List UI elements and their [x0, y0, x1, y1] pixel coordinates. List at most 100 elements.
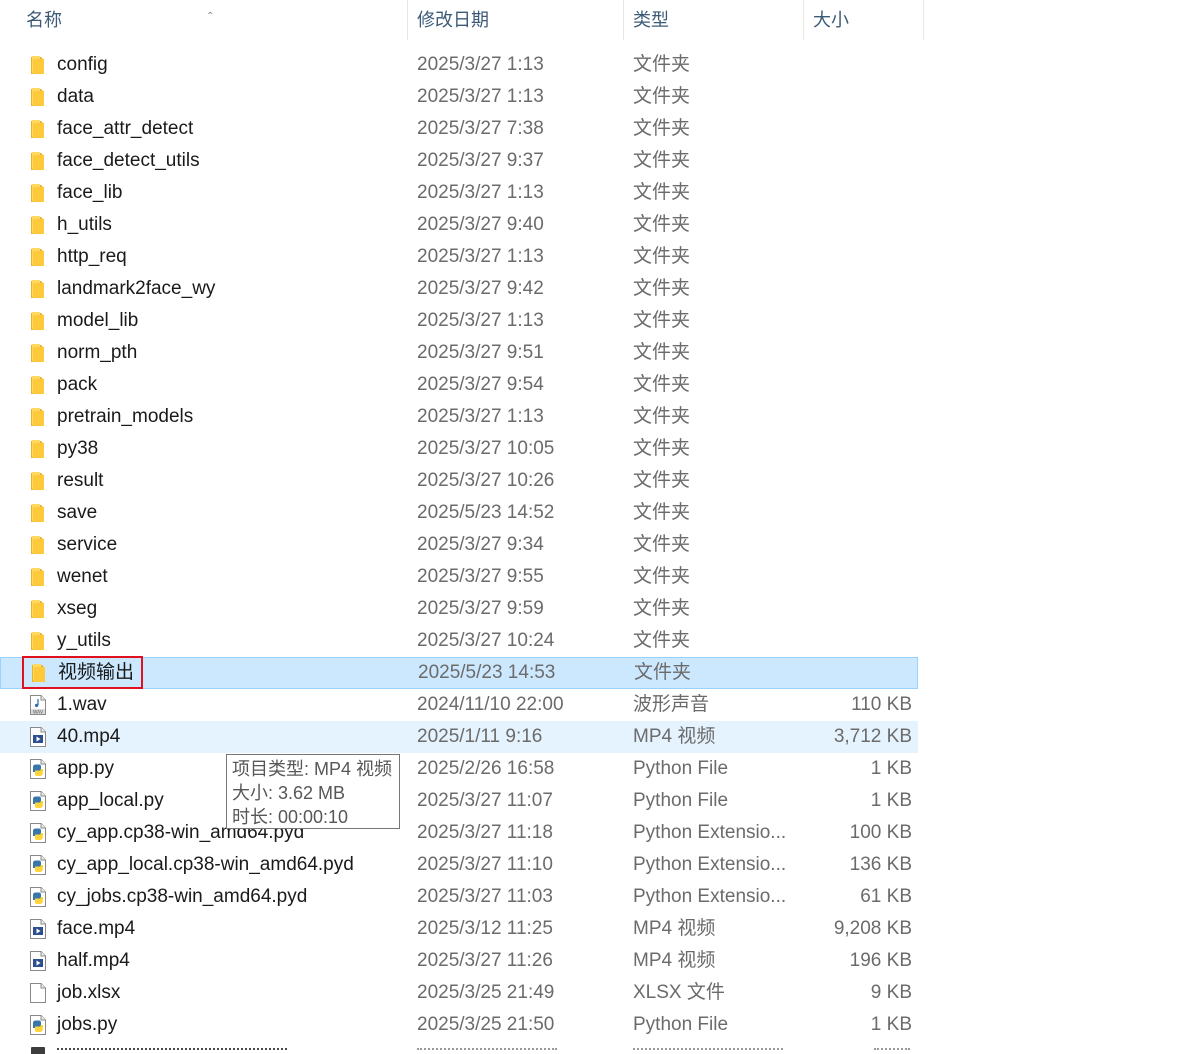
- date-modified: 2025/3/27 10:26: [417, 470, 555, 491]
- date-modified: 2025/3/27 11:10: [417, 854, 553, 875]
- file-row[interactable]: y_utils 2025/3/27 10:24 文件夹: [0, 625, 918, 657]
- file-type: 文件夹: [633, 214, 691, 235]
- file-row[interactable]: cy_app_local.cp38-win_amd64.pyd 2025/3/27…: [0, 849, 918, 881]
- date-modified: 2024/11/10 22:00: [417, 694, 564, 715]
- file-row[interactable]: 40.mp4 2025/1/11 9:16 MP4 视频 3,712 KB: [0, 721, 918, 753]
- column-size-label: 大小: [813, 10, 849, 30]
- date-modified: 2025/3/27 9:42: [417, 278, 544, 299]
- file-type: 文件夹: [634, 662, 692, 683]
- file-row[interactable]: half.mp4 2025/3/27 11:26 MP4 视频 196 KB: [0, 945, 918, 977]
- file-row[interactable]: save 2025/5/23 14:52 文件夹: [0, 497, 918, 529]
- tooltip-duration: 时长: 00:00:10: [232, 807, 349, 827]
- blank-file-icon: [29, 982, 47, 1004]
- python-file-icon: [29, 1014, 47, 1036]
- folder-icon: [29, 214, 47, 236]
- file-name: app_local.py: [57, 790, 164, 811]
- file-row[interactable]: jobs.py 2025/3/25 21:50 Python File 1 KB: [0, 1009, 918, 1041]
- file-type: Python File: [633, 1014, 729, 1035]
- date-modified: 2025/5/23 14:52: [417, 502, 555, 523]
- file-type: MP4 视频: [633, 726, 716, 747]
- file-row[interactable]: py38 2025/3/27 10:05 文件夹: [0, 433, 918, 465]
- date-modified: 2025/3/27 9:59: [417, 598, 544, 619]
- file-type: 文件夹: [633, 342, 691, 363]
- column-header-modified[interactable]: 修改日期: [408, 0, 624, 40]
- folder-icon: [29, 310, 47, 332]
- date-modified: 2025/3/25 21:49: [417, 982, 555, 1003]
- file-name: pack: [57, 374, 98, 395]
- file-name: landmark2face_wy: [57, 278, 216, 299]
- file-type: 文件夹: [633, 278, 691, 299]
- column-header-bar: 名称 ⌃ 修改日期 类型 大小: [0, 0, 924, 40]
- date-modified: 2025/3/27 10:24: [417, 630, 555, 651]
- folder-icon: [29, 502, 47, 524]
- python-file-icon: [29, 854, 47, 876]
- column-header-size[interactable]: 大小: [804, 0, 924, 40]
- folder-icon: [29, 54, 47, 76]
- file-row[interactable]: result 2025/3/27 10:26 文件夹: [0, 465, 918, 497]
- file-name: http_req: [57, 246, 127, 267]
- file-row[interactable]: pack 2025/3/27 9:54 文件夹: [0, 369, 918, 401]
- file-name: data: [57, 86, 94, 107]
- file-name: face_lib: [57, 182, 123, 203]
- file-row[interactable]: face_lib 2025/3/27 1:13 文件夹: [0, 177, 918, 209]
- file-size: 1 KB: [870, 1014, 912, 1035]
- file-row[interactable]: service 2025/3/27 9:34 文件夹: [0, 529, 918, 561]
- file-row[interactable]: 视频输出 2025/5/23 14:53 文件夹: [0, 657, 918, 689]
- file-row[interactable]: landmark2face_wy 2025/3/27 9:42 文件夹: [0, 273, 918, 305]
- file-type: 波形声音: [633, 694, 710, 715]
- svg-text:WAV: WAV: [33, 709, 44, 715]
- file-type: 文件夹: [633, 150, 691, 171]
- file-row[interactable]: config 2025/3/27 1:13 文件夹: [0, 49, 918, 81]
- file-row[interactable]: xseg 2025/3/27 9:59 文件夹: [0, 593, 918, 625]
- date-modified: 2025/3/27 1:13: [417, 86, 544, 107]
- python-file-icon: [29, 790, 47, 812]
- file-type: 文件夹: [633, 86, 691, 107]
- video-file-icon: [29, 918, 47, 940]
- file-type: 文件夹: [633, 470, 691, 491]
- column-header-type[interactable]: 类型: [624, 0, 804, 40]
- file-type: 文件夹: [633, 246, 691, 267]
- file-row[interactable]: h_utils 2025/3/27 9:40 文件夹: [0, 209, 918, 241]
- tooltip-size: 大小: 3.62 MB: [232, 783, 346, 803]
- file-type: Python File: [633, 790, 729, 811]
- file-row[interactable]: wenet 2025/3/27 9:55 文件夹: [0, 561, 918, 593]
- folder-icon: [29, 566, 47, 588]
- file-row[interactable]: WAV 1.wav 2024/11/10 22:00 波形声音 110 KB: [0, 689, 918, 721]
- file-row[interactable]: face_attr_detect 2025/3/27 7:38 文件夹: [0, 113, 918, 145]
- file-name: jobs.py: [57, 1014, 118, 1035]
- folder-icon: [29, 534, 47, 556]
- file-row[interactable]: app_local.py 2025/3/27 11:07 Python File 1 …: [0, 785, 918, 817]
- file-size: 100 KB: [849, 822, 912, 843]
- column-name-label: 名称: [26, 10, 62, 30]
- file-row[interactable]: pretrain_models 2025/3/27 1:13 文件夹: [0, 401, 918, 433]
- file-name: result: [57, 470, 104, 491]
- file-row[interactable]: cy_jobs.cp38-win_amd64.pyd 2025/3/27 11:0…: [0, 881, 918, 913]
- column-modified-label: 修改日期: [417, 10, 489, 30]
- file-type: MP4 视频: [633, 918, 716, 939]
- file-row[interactable]: norm_pth 2025/3/27 9:51 文件夹: [0, 337, 918, 369]
- folder-icon: [29, 470, 47, 492]
- file-type: XLSX 文件: [633, 982, 725, 1003]
- file-row[interactable]: http_req 2025/3/27 1:13 文件夹: [0, 241, 918, 273]
- folder-icon: [29, 118, 47, 140]
- file-size: 110 KB: [851, 694, 912, 715]
- file-info-tooltip: 项目类型: MP4 视频 大小: 3.62 MB 时长: 00:00:10: [226, 754, 400, 829]
- date-modified: 2025/3/27 1:13: [417, 182, 544, 203]
- file-row[interactable]: job.xlsx 2025/3/25 21:49 XLSX 文件 9 KB: [0, 977, 918, 1009]
- file-size: 9,208 KB: [833, 918, 912, 939]
- file-row[interactable]: face_detect_utils 2025/3/27 9:37 文件夹: [0, 145, 918, 177]
- file-row[interactable]: face.mp4 2025/3/12 11:25 MP4 视频 9,208 KB: [0, 913, 918, 945]
- file-name: service: [57, 534, 118, 555]
- file-row[interactable]: app.py 2025/2/26 16:58 Python File 1 KB: [0, 753, 918, 785]
- date-modified: 2025/3/27 11:03: [417, 886, 553, 907]
- date-modified: 2025/3/27 9:54: [417, 374, 544, 395]
- file-name: config: [57, 54, 108, 75]
- file-size: 3,712 KB: [833, 726, 912, 747]
- file-name: xseg: [57, 598, 98, 619]
- column-header-name[interactable]: 名称 ⌃: [0, 0, 408, 40]
- file-row[interactable]: model_lib 2025/3/27 1:13 文件夹: [0, 305, 918, 337]
- folder-icon: [29, 86, 47, 108]
- file-size: 9 KB: [870, 982, 912, 1003]
- file-row[interactable]: data 2025/3/27 1:13 文件夹: [0, 81, 918, 113]
- file-row[interactable]: cy_app.cp38-win_amd64.pyd 2025/3/27 11:18…: [0, 817, 918, 849]
